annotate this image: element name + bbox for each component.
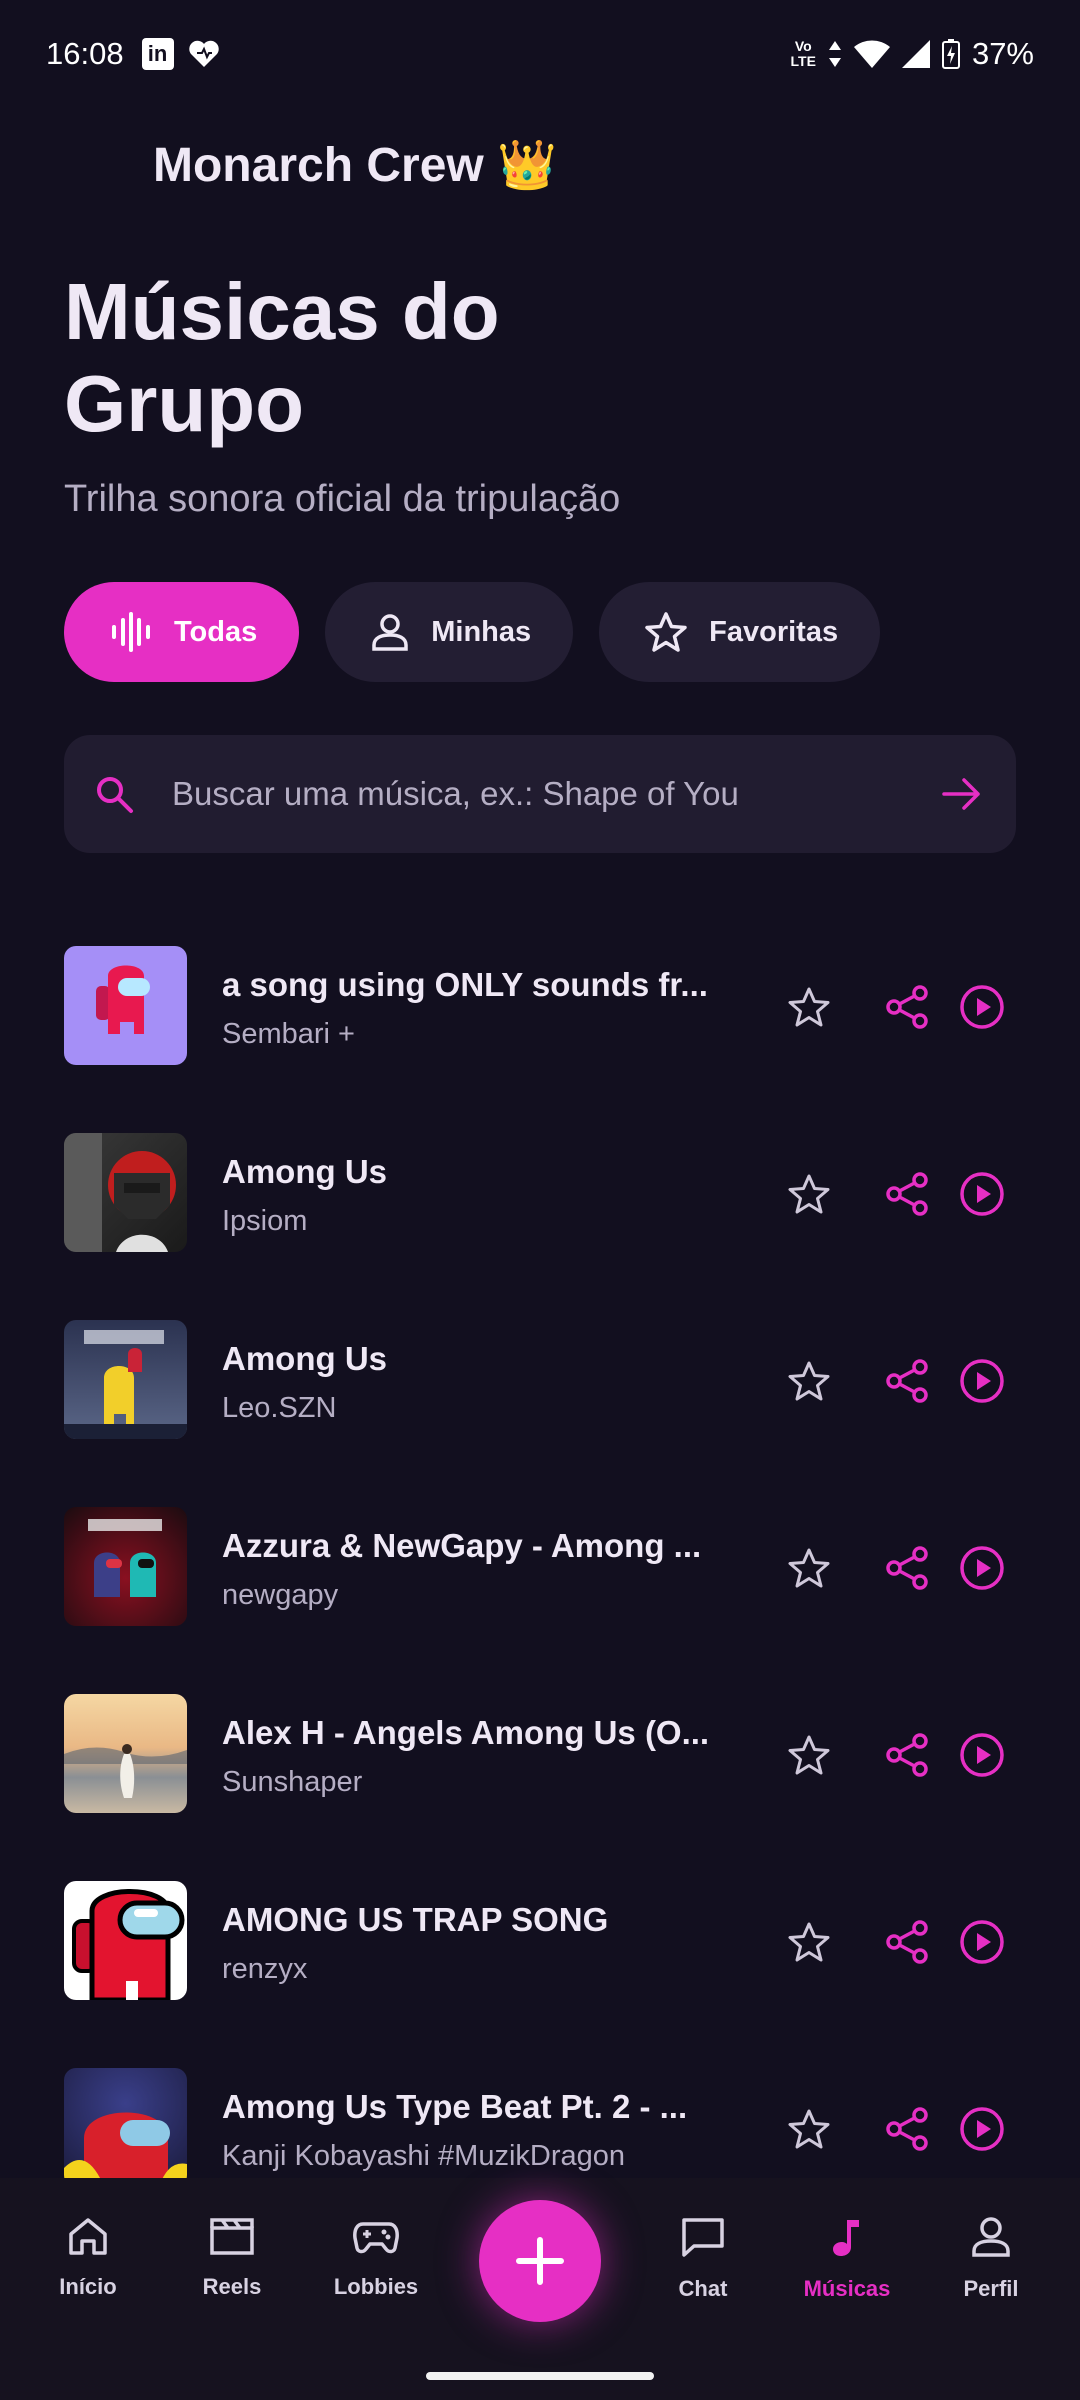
page-subtitle: Trilha sonora oficial da tripulação (64, 478, 621, 520)
song-artist: Sembari + (222, 1018, 355, 1050)
nav-item-musicas[interactable]: Músicas (777, 2216, 917, 2302)
waveform-icon (112, 612, 150, 652)
battery-percentage: 37% (971, 36, 1034, 71)
favorite-star-icon[interactable] (787, 1546, 831, 1590)
filter-chip-todas[interactable]: Todas (64, 582, 300, 682)
song-title: Among Us (222, 1153, 387, 1190)
song-artist: Sunshaper (222, 1766, 363, 1798)
nav-item-lobbies[interactable]: Lobbies (306, 2216, 446, 2300)
song-artist: newgapy (222, 1579, 339, 1611)
share-icon[interactable] (885, 2107, 929, 2151)
song-thumbnail (64, 1881, 187, 2000)
play-icon[interactable] (959, 1545, 1005, 1591)
favorite-star-icon[interactable] (787, 1920, 831, 1964)
home-icon (69, 2218, 107, 2255)
filter-chip-minhas[interactable]: Minhas (325, 582, 574, 682)
data-arrows-icon (828, 41, 841, 67)
share-icon[interactable] (885, 1546, 929, 1590)
play-icon[interactable] (959, 984, 1005, 1030)
play-icon[interactable] (959, 1358, 1005, 1404)
song-title: Alex H - Angels Among Us (O... (222, 1714, 710, 1751)
search-icon (97, 777, 133, 813)
song-thumbnail (64, 2068, 187, 2187)
song-row[interactable]: Among Us Ipsiom (64, 1133, 1034, 1320)
song-thumbnail (64, 1133, 187, 1252)
person-icon (372, 614, 408, 651)
star-icon (645, 612, 687, 652)
app-title: Monarch Crew 👑 (153, 139, 557, 192)
song-artist: Leo.SZN (222, 1392, 337, 1424)
song-title: AMONG US TRAP SONG (222, 1901, 609, 1938)
song-title: Azzura & NewGapy - Among ... (222, 1527, 702, 1564)
song-row[interactable]: a song using ONLY sounds fr... Sembari + (64, 946, 1034, 1133)
song-artist: Kanji Kobayashi #MuzikDragon (222, 2140, 625, 2172)
share-icon[interactable] (885, 1733, 929, 1777)
play-icon[interactable] (959, 2106, 1005, 2152)
song-row[interactable]: AMONG US TRAP SONG renzyx (64, 1881, 1034, 2068)
linkedin-icon: in (141, 38, 174, 70)
nav-item-perfil[interactable]: Perfil (921, 2216, 1061, 2302)
heart-app-icon (188, 38, 220, 70)
search-input[interactable]: Buscar uma música, ex.: Shape of You (172, 775, 942, 813)
nav-item-chat[interactable]: Chat (633, 2216, 773, 2302)
chat-bubble-icon (682, 2218, 724, 2257)
volte-indicator: Vo LTE (790, 38, 816, 69)
song-thumbnail (64, 946, 187, 1065)
song-row[interactable]: Azzura & NewGapy - Among ... newgapy (64, 1507, 1034, 1694)
nav-item-inicio[interactable]: Início (18, 2216, 158, 2300)
share-icon[interactable] (885, 985, 929, 1029)
status-bar: 16:08 in Vo LTE 37% (0, 0, 1080, 108)
clapperboard-icon (210, 2218, 254, 2255)
song-row[interactable]: Alex H - Angels Among Us (O... Sunshaper (64, 1694, 1034, 1881)
song-artist: Ipsiom (222, 1205, 308, 1237)
music-note-icon (833, 2220, 859, 2256)
filter-chips: Todas Minhas Favoritas (64, 582, 881, 682)
status-time: 16:08 (46, 36, 124, 71)
favorite-star-icon[interactable] (787, 1359, 831, 1403)
wifi-icon (853, 40, 890, 68)
bottom-navigation: Início Reels Lobbies Chat Músicas Perfil (0, 2178, 1080, 2400)
page-title: Músicas do Grupo (64, 267, 500, 448)
cellular-signal-icon (901, 40, 930, 68)
person-icon (972, 2217, 1010, 2257)
song-title: Among Us Type Beat Pt. 2 - ... (222, 2088, 688, 2125)
search-bar[interactable]: Buscar uma música, ex.: Shape of You (64, 735, 1016, 853)
nav-item-reels[interactable]: Reels (162, 2216, 302, 2300)
play-icon[interactable] (959, 1732, 1005, 1778)
share-icon[interactable] (885, 1920, 929, 1964)
home-indicator-bar[interactable] (426, 2372, 654, 2380)
song-thumbnail (64, 1320, 187, 1439)
plus-icon (516, 2237, 564, 2285)
filter-chip-favoritas[interactable]: Favoritas (599, 582, 881, 682)
favorite-star-icon[interactable] (787, 985, 831, 1029)
song-row[interactable]: Among Us Leo.SZN (64, 1320, 1034, 1507)
favorite-star-icon[interactable] (787, 1172, 831, 1216)
song-artist: renzyx (222, 1953, 308, 1985)
share-icon[interactable] (885, 1172, 929, 1216)
share-icon[interactable] (885, 1359, 929, 1403)
play-icon[interactable] (959, 1171, 1005, 1217)
battery-charging-icon (941, 39, 960, 69)
add-fab-button[interactable] (479, 2200, 601, 2322)
play-icon[interactable] (959, 1919, 1005, 1965)
arrow-right-icon[interactable] (942, 776, 982, 812)
gamepad-icon (353, 2222, 399, 2254)
song-title: a song using ONLY sounds fr... (222, 966, 708, 1003)
song-list: a song using ONLY sounds fr... Sembari +… (64, 946, 1034, 2255)
song-title: Among Us (222, 1340, 387, 1377)
song-thumbnail (64, 1507, 187, 1626)
song-thumbnail (64, 1694, 187, 1813)
favorite-star-icon[interactable] (787, 1733, 831, 1777)
favorite-star-icon[interactable] (787, 2107, 831, 2151)
